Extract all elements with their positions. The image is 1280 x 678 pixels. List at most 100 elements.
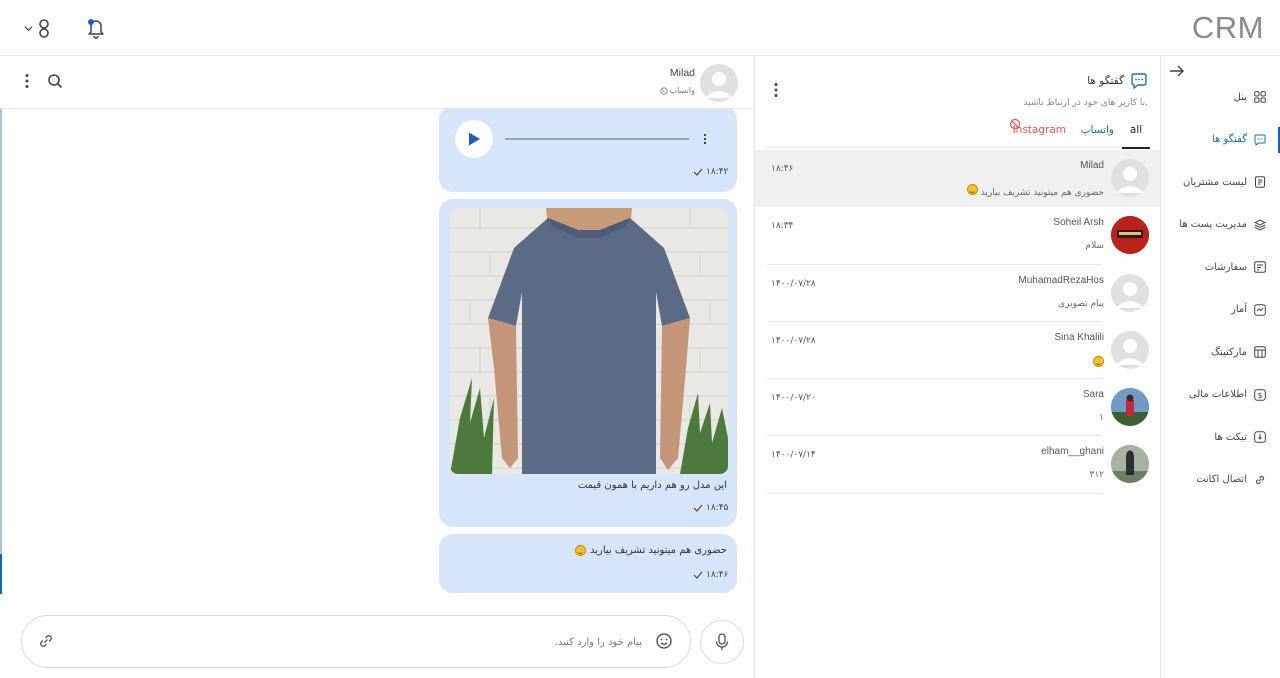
- user-menu[interactable]: [24, 18, 53, 38]
- message-input[interactable]: [82, 630, 642, 654]
- disabled-icon: [1009, 118, 1020, 130]
- conversation-preview: [1093, 355, 1104, 370]
- sidebar-item-conversations[interactable]: گفتگو ها: [1161, 119, 1280, 162]
- avatar: [1111, 216, 1149, 255]
- conversation-row[interactable]: Sina Khalili ۱۴۰۰/۰۷/۲۸: [755, 322, 1160, 380]
- contact-avatar[interactable]: [700, 64, 738, 102]
- sidebar-item-panel[interactable]: پنل: [1161, 76, 1280, 119]
- check-icon: [693, 168, 703, 176]
- conversation-preview: پیام تصویری: [1058, 298, 1104, 309]
- conversation-row[interactable]: Milad حضوری هم میتونید تشریف بیارید ۱۸:۴…: [755, 150, 1160, 208]
- chevron-down-icon: [24, 25, 33, 31]
- conversation-time: ۱۸:۴۶: [771, 164, 794, 174]
- conversation-row[interactable]: Soheil Arsh سلام ۱۸:۳۴: [755, 207, 1160, 265]
- more-vertical-icon: [774, 83, 778, 97]
- play-button[interactable]: [455, 120, 493, 158]
- conversation-time: ۱۴۰۰/۰۷/۱۴: [771, 450, 816, 461]
- tab-instagram-label: Instagram: [1012, 124, 1066, 136]
- conversations-subtitle: با کاربر های خود در ارتباط باشید.: [1023, 98, 1148, 108]
- sidebar-item-label: اتصال اکانت: [1196, 474, 1247, 486]
- grid-icon: [1253, 91, 1266, 104]
- orders-icon: [1253, 261, 1266, 274]
- check-icon: [693, 571, 703, 579]
- sidebar-item-finance[interactable]: $ اطلاعات مالی: [1161, 374, 1280, 417]
- check-icon: [693, 504, 703, 512]
- conversation-name: Sina Khalili: [1054, 331, 1104, 343]
- chat-header: Milad واتساپ: [0, 56, 754, 109]
- emoji-button[interactable]: [655, 632, 673, 654]
- top-bar: CRM: [0, 0, 1280, 56]
- sidebar-item-label: مارکتینگ: [1211, 346, 1247, 358]
- conversation-name: elham__ghani: [1041, 446, 1104, 458]
- avatar: [1111, 445, 1149, 484]
- svg-text:$: $: [1257, 391, 1262, 400]
- message-time: ۱۸:۴۵: [693, 503, 728, 513]
- conversations-title: گفتگو ها: [1087, 75, 1124, 87]
- user-icon: [39, 19, 49, 38]
- more-vertical-icon: [703, 133, 707, 145]
- chat-menu-button[interactable]: [24, 73, 30, 93]
- conversation-preview: سلام: [1085, 241, 1104, 252]
- chat-icon: [1253, 133, 1266, 146]
- store-icon: [1253, 346, 1266, 359]
- attach-button[interactable]: [37, 632, 55, 654]
- conversation-time: ۱۸:۳۴: [771, 221, 794, 232]
- scroll-track: [0, 108, 2, 568]
- conversation-preview: حضوری هم میتونید تشریف بیارید: [966, 184, 1104, 198]
- avatar: [1111, 159, 1149, 197]
- sidebar-item-stats[interactable]: آمار: [1161, 289, 1280, 332]
- sidebar-item-label: تیکت ها: [1214, 431, 1247, 443]
- audio-menu-button[interactable]: [703, 130, 707, 149]
- bell-icon: [88, 19, 104, 39]
- layers-icon: [1253, 218, 1266, 231]
- message-time: ۱۸:۴۶: [693, 570, 728, 580]
- conversation-time: ۱۴۰۰/۰۷/۲۸: [771, 335, 816, 346]
- smile-emoji-icon: [575, 545, 586, 556]
- message-time: ۱۸:۴۲: [693, 167, 728, 177]
- notifications-button[interactable]: [85, 17, 107, 43]
- tab-all[interactable]: all: [1122, 124, 1150, 149]
- smile-icon: [656, 633, 672, 649]
- conversation-name: MuhamadRezaHos: [1018, 274, 1104, 286]
- dollar-icon: $: [1253, 388, 1266, 401]
- sidebar-item-customers[interactable]: لیست مشتریان: [1161, 161, 1280, 204]
- chat-search-button[interactable]: [47, 73, 63, 93]
- link-icon: [40, 635, 52, 647]
- sidebar-item-label: آمار: [1230, 304, 1247, 316]
- product-photo[interactable]: [450, 208, 728, 474]
- audio-message: ۱۸:۴۲: [439, 106, 737, 192]
- voice-record-button[interactable]: [700, 620, 744, 664]
- stats-icon: [1253, 303, 1266, 316]
- sidebar-item-tickets[interactable]: تیکت ها: [1161, 416, 1280, 459]
- conversation-row[interactable]: Sara ۱ ۱۴۰۰/۰۷/۲۰: [755, 379, 1160, 437]
- sidebar-item-label: پنل: [1233, 91, 1247, 103]
- scroll-thumb[interactable]: [0, 554, 2, 594]
- message-text: حضوری هم میتونید تشریف بیارید: [575, 545, 727, 556]
- avatar: [1111, 330, 1149, 369]
- whatsapp-icon: [659, 86, 668, 95]
- conversations-menu-button[interactable]: [773, 82, 779, 102]
- audio-progress-track[interactable]: [505, 138, 689, 140]
- conversations-panel: گفتگو ها با کاربر های خود در ارتباط باشی…: [754, 56, 1160, 678]
- image-message: این مدل رو هم داریم با همون قیمت ۱۸:۴۵: [439, 199, 737, 527]
- list-icon: [1253, 176, 1266, 189]
- avatar: [1111, 388, 1149, 427]
- sidebar-item-label: لیست مشتریان: [1183, 176, 1247, 188]
- sidebar-item-posts[interactable]: مدیریت پست ها: [1161, 204, 1280, 247]
- avatar: [1111, 273, 1149, 312]
- conversation-row[interactable]: elham__ghani ۳۱۲ ۱۴۰۰/۰۷/۱۴: [755, 436, 1160, 494]
- smile-emoji-icon: [966, 184, 978, 195]
- sidebar-item-marketing[interactable]: مارکتینگ: [1161, 331, 1280, 374]
- conversation-row[interactable]: MuhamadRezaHos پیام تصویری ۱۴۰۰/۰۷/۲۸: [755, 265, 1160, 322]
- sidebar-item-orders[interactable]: سفارشات: [1161, 246, 1280, 289]
- app-logo: CRM: [1191, 10, 1264, 45]
- sidebar-item-label: مدیریت پست ها: [1179, 219, 1247, 231]
- search-icon: [48, 74, 63, 89]
- sidebar-item-label: اطلاعات مالی: [1188, 389, 1247, 401]
- sidebar-item-connect-account[interactable]: اتصال اکانت: [1161, 459, 1280, 502]
- tab-instagram[interactable]: Instagram: [1009, 118, 1066, 136]
- conversation-name: Soheil Arsh: [1053, 217, 1104, 229]
- contact-name: Milad: [669, 67, 695, 79]
- tab-whatsapp[interactable]: واتساپ: [1081, 124, 1114, 136]
- laugh-emoji-icon: [1093, 355, 1104, 367]
